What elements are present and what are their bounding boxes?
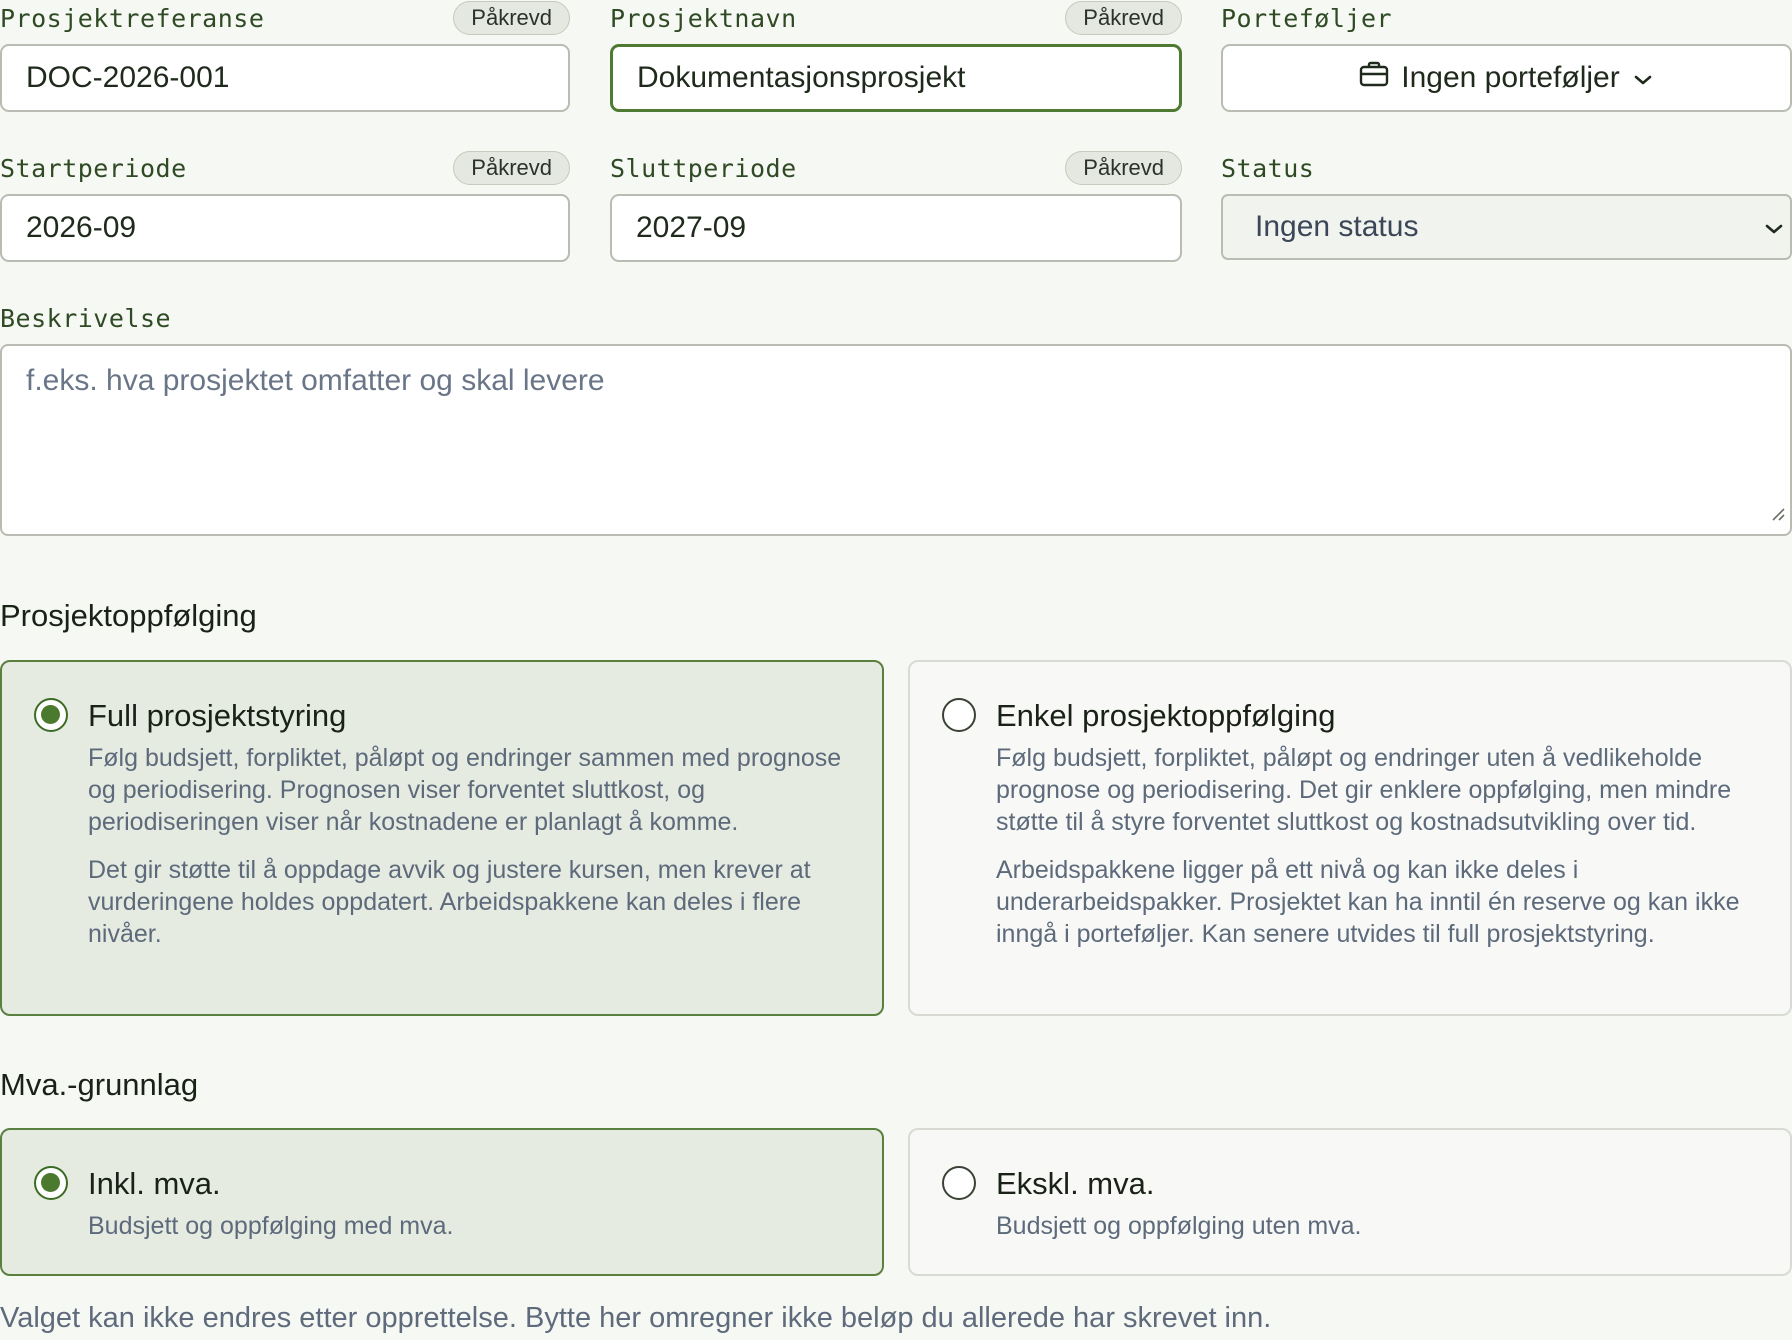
required-badge: Påkrevd bbox=[1065, 1, 1182, 35]
option-title: Full prosjektstyring bbox=[88, 698, 347, 733]
followup-section-title: Prosjektoppfølging bbox=[0, 598, 257, 633]
option-description: Arbeidspakkene ligger på ett nivå og kan… bbox=[996, 856, 1740, 948]
project-form: Prosjektreferanse Påkrevd DOC-2026-001 P… bbox=[0, 0, 1792, 1340]
option-title: Enkel prosjektoppfølging bbox=[996, 698, 1336, 733]
start-label: Startperiode bbox=[0, 153, 187, 183]
name-label: Prosjektnavn bbox=[610, 3, 797, 33]
end-label: Sluttperiode bbox=[610, 153, 797, 183]
option-title: Inkl. mva. bbox=[88, 1166, 221, 1201]
option-incl-vat[interactable]: Inkl. mva. Budsjett og oppfølging med mv… bbox=[0, 1128, 884, 1276]
reference-label: Prosjektreferanse bbox=[0, 3, 265, 33]
status-select[interactable]: Ingen status bbox=[1221, 194, 1792, 260]
end-input[interactable]: 2027-09 bbox=[610, 194, 1182, 262]
status-label: Status bbox=[1221, 153, 1315, 183]
portfolios-dropdown-button[interactable]: Ingen porteføljer bbox=[1221, 44, 1792, 112]
option-description: Følg budsjett, forpliktet, påløpt og end… bbox=[88, 744, 842, 836]
status-field: Status Ingen status bbox=[1221, 150, 1792, 264]
chevron-down-icon bbox=[1764, 210, 1784, 244]
option-simple-followup[interactable]: Enkel prosjektoppfølging Følg budsjett, … bbox=[908, 660, 1792, 1016]
option-description: Budsjett og oppfølging uten mva. bbox=[996, 1212, 1362, 1240]
briefcase-icon bbox=[1359, 60, 1389, 96]
description-label: Beskrivelse bbox=[0, 303, 172, 333]
radio-full-project-management[interactable] bbox=[34, 698, 68, 732]
option-description: Følg budsjett, forpliktet, påløpt og end… bbox=[996, 744, 1732, 836]
name-field: Prosjektnavn Påkrevd Dokumentasjonsprosj… bbox=[610, 0, 1182, 114]
resize-handle-icon[interactable] bbox=[1770, 496, 1786, 530]
radio-excl-vat[interactable] bbox=[942, 1166, 976, 1200]
description-placeholder: f.eks. hva prosjektet omfatter og skal l… bbox=[26, 364, 605, 397]
vat-note: Valget kan ikke endres etter opprettelse… bbox=[0, 1302, 1272, 1334]
reference-input[interactable]: DOC-2026-001 bbox=[0, 44, 570, 112]
required-badge: Påkrevd bbox=[453, 1, 570, 35]
portfolios-field: Porteføljer Ingen porteføljer bbox=[1221, 0, 1792, 114]
option-full-project-management[interactable]: Full prosjektstyring Følg budsjett, forp… bbox=[0, 660, 884, 1016]
option-description: Budsjett og oppfølging med mva. bbox=[88, 1212, 454, 1240]
start-input[interactable]: 2026-09 bbox=[0, 194, 570, 262]
vat-section-title: Mva.-grunnlag bbox=[0, 1067, 199, 1102]
required-badge: Påkrevd bbox=[1065, 151, 1182, 185]
reference-field: Prosjektreferanse Påkrevd DOC-2026-001 bbox=[0, 0, 570, 114]
portfolios-label: Porteføljer bbox=[1221, 3, 1393, 33]
name-input[interactable]: Dokumentasjonsprosjekt bbox=[610, 44, 1182, 112]
portfolios-button-label: Ingen porteføljer bbox=[1401, 61, 1620, 94]
required-badge: Påkrevd bbox=[453, 151, 570, 185]
description-textarea[interactable]: f.eks. hva prosjektet omfatter og skal l… bbox=[0, 344, 1792, 536]
end-field: Sluttperiode Påkrevd 2027-09 bbox=[610, 150, 1182, 264]
option-excl-vat[interactable]: Ekskl. mva. Budsjett og oppfølging uten … bbox=[908, 1128, 1792, 1276]
radio-simple-followup[interactable] bbox=[942, 698, 976, 732]
option-description: Det gir støtte til å oppdage avvik og ju… bbox=[88, 856, 811, 948]
radio-incl-vat[interactable] bbox=[34, 1166, 68, 1200]
chevron-down-icon bbox=[1632, 61, 1654, 95]
status-selected-value: Ingen status bbox=[1255, 210, 1419, 243]
start-field: Startperiode Påkrevd 2026-09 bbox=[0, 150, 570, 264]
option-title: Ekskl. mva. bbox=[996, 1166, 1155, 1201]
